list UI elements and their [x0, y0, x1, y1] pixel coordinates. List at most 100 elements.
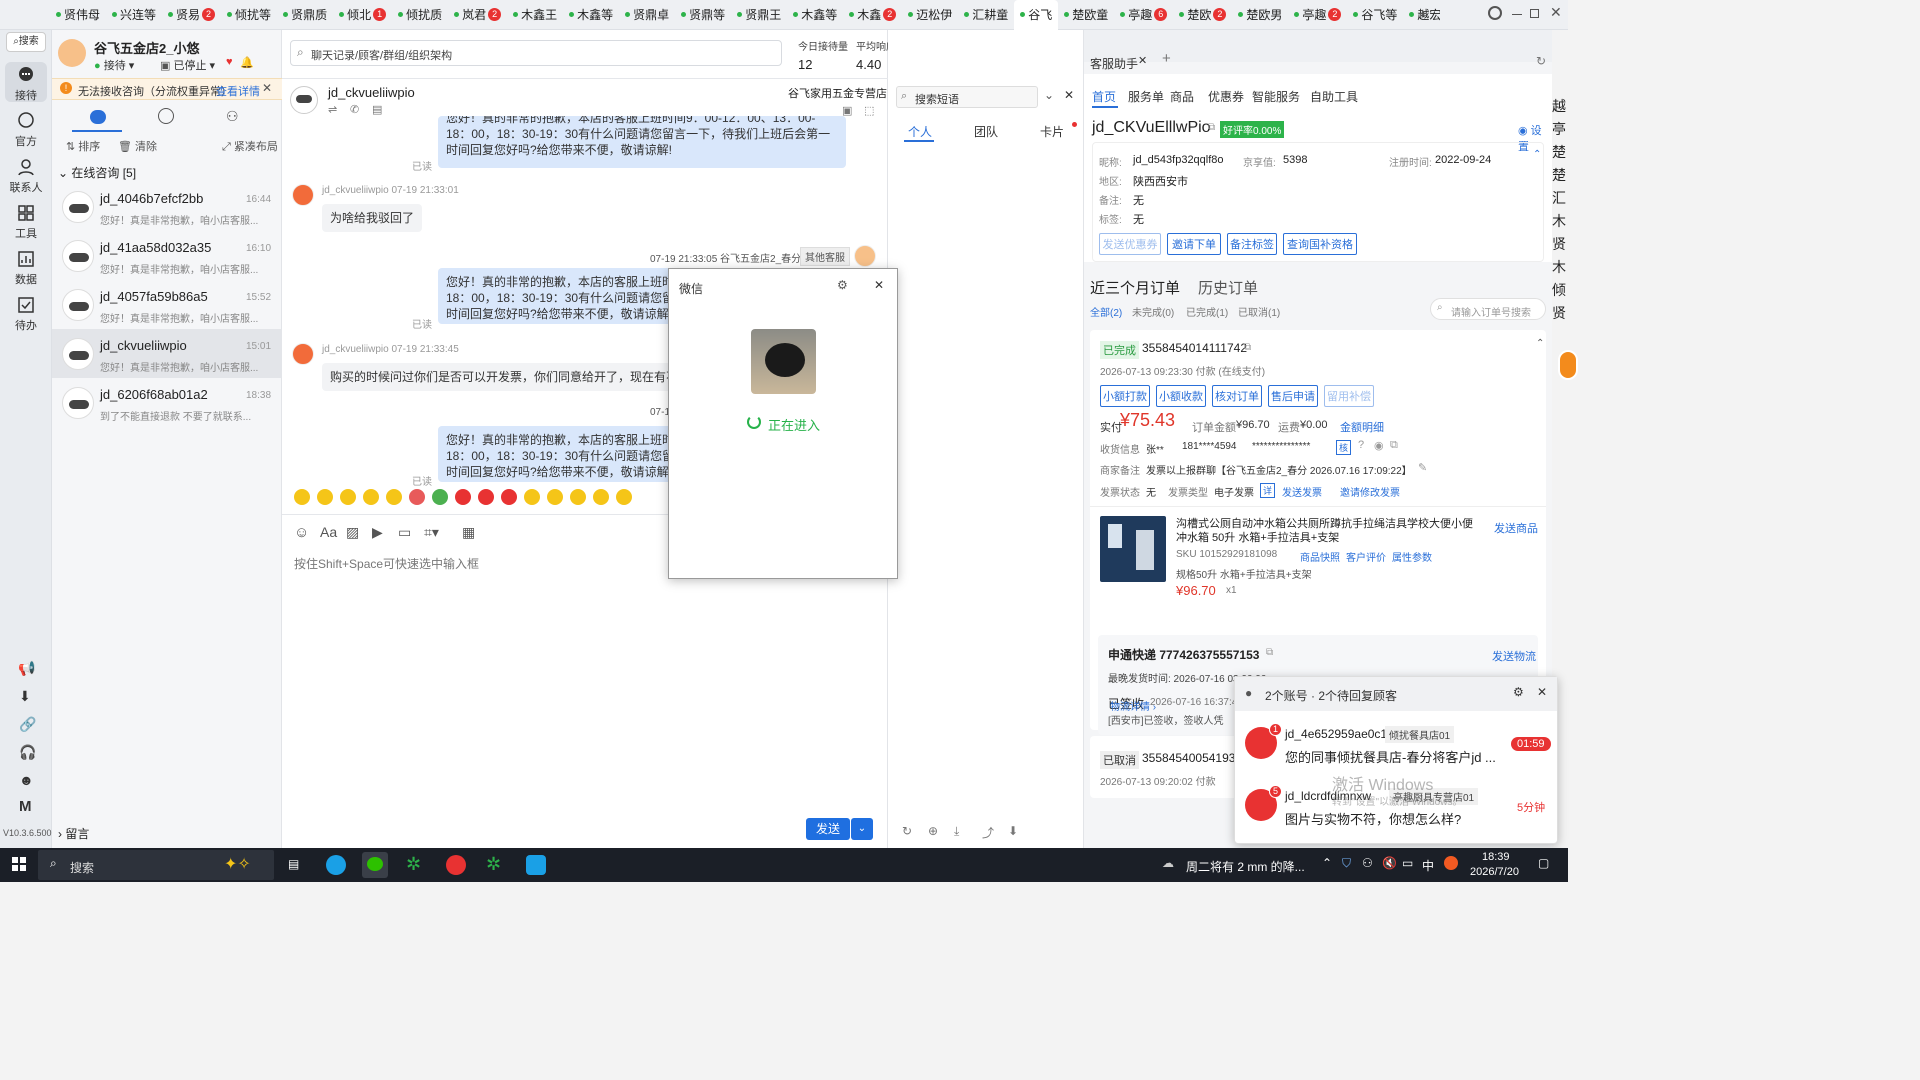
send-product-link[interactable]: 发送商品	[1494, 520, 1538, 536]
order-action-button[interactable]: 售后申请	[1268, 385, 1318, 407]
emoji-icon[interactable]: ☺	[294, 524, 309, 541]
help-icon[interactable]: ?	[1358, 439, 1364, 451]
shop-tab[interactable]: 岚君 2	[448, 0, 507, 30]
shop-tab[interactable]: 楚欧童	[1058, 0, 1114, 30]
download-icon[interactable]: ⬇	[19, 688, 31, 705]
tab-personal[interactable]: 个人	[908, 123, 932, 140]
folder-icon[interactable]: ▭	[398, 524, 411, 541]
copy-icon[interactable]: ⧉	[1208, 122, 1215, 133]
link-icon[interactable]: 🔗	[19, 716, 36, 733]
product-title[interactable]: 沟槽式公厕自动冲水箱公共厕所蹲抗手拉绳洁具学校大便小便冲水箱 50升 水箱+手拉…	[1176, 517, 1478, 545]
add-icon[interactable]: ⊕	[928, 824, 938, 838]
emoji-icon[interactable]	[432, 489, 448, 505]
order-search[interactable]: ⌕ 请输入订单号搜索	[1430, 298, 1546, 320]
gear-icon[interactable]: ⚙	[837, 278, 848, 292]
bookmark-icon[interactable]: ▣	[842, 104, 852, 117]
nav-item-data[interactable]: 数据	[0, 250, 52, 287]
sogou-icon[interactable]	[1444, 856, 1458, 870]
minimize-icon[interactable]	[1512, 14, 1522, 15]
chat-tab-icon[interactable]	[90, 110, 106, 124]
shop-tab[interactable]: 汇耕童	[958, 0, 1014, 30]
shop-tab[interactable]: 迈松伊	[902, 0, 958, 30]
wechat-app-icon[interactable]	[362, 852, 388, 878]
floating-orange-button[interactable]	[1558, 350, 1578, 380]
assistant-tab-close-icon[interactable]: ✕	[1138, 54, 1147, 67]
sort-button[interactable]: ⇅ 排序	[66, 138, 100, 154]
customer-action-button[interactable]: 备注标签	[1227, 233, 1277, 255]
shop-tab[interactable]: 贤鼎等	[675, 0, 731, 30]
taskbar-search[interactable]: ⌕ 搜索 ✦✧	[38, 850, 274, 880]
shop-tab[interactable]: 倾扰等	[221, 0, 277, 30]
send-button[interactable]: 发送	[806, 818, 850, 840]
nav-item-tools[interactable]: 工具	[0, 204, 52, 241]
edge-tab[interactable]: 木	[1552, 257, 1568, 280]
emoji-icon[interactable]	[386, 489, 402, 505]
customer-action-button[interactable]: 查询国补资格	[1283, 233, 1357, 255]
shop-tab[interactable]: 贤鼎卓	[619, 0, 675, 30]
emoji-icon[interactable]	[294, 489, 310, 505]
session-item[interactable]: jd_4057fa59b86a5 15:52 您好！真是非常抱歉，咱小店客服...	[52, 280, 282, 329]
compact-layout-button[interactable]: ⤢ 紧凑布局	[222, 138, 278, 154]
subtab[interactable]: 首页	[1092, 88, 1116, 105]
edge-tab[interactable]: 贤	[1552, 303, 1568, 326]
subtab[interactable]: 优惠券	[1208, 88, 1244, 105]
shop-tab[interactable]: 楚欧男	[1232, 0, 1288, 30]
eye-icon[interactable]: ◉	[1374, 439, 1384, 452]
subtab[interactable]: 自助工具	[1310, 88, 1358, 105]
emoji-icon[interactable]	[616, 489, 632, 505]
edge-tab[interactable]: 楚	[1552, 142, 1568, 165]
shop-tab[interactable]: 贤易 2	[162, 0, 221, 30]
order-filter[interactable]: 已完成(1)	[1186, 304, 1228, 319]
edge-tab[interactable]: 越	[1552, 96, 1568, 119]
network-icon[interactable]: ⚇	[1362, 856, 1373, 870]
refresh-icon[interactable]: ↻	[902, 824, 912, 838]
m-logo-icon[interactable]: M	[19, 798, 32, 815]
shop-tab[interactable]: 亭趣 2	[1288, 0, 1347, 30]
close-window-icon[interactable]: ✕	[1550, 4, 1562, 21]
emoji-icon[interactable]	[317, 489, 333, 505]
order-action-button[interactable]: 小额收款	[1156, 385, 1206, 407]
edge-tab[interactable]: 汇	[1552, 188, 1568, 211]
copy-icon[interactable]: ⧉	[1390, 439, 1398, 452]
shield-icon[interactable]: ⛉	[1342, 856, 1351, 871]
emoji-icon[interactable]	[524, 489, 540, 505]
notification-icon[interactable]: ▢	[1538, 856, 1549, 870]
jd-app-icon[interactable]: ✲	[406, 854, 421, 875]
add-tab-icon[interactable]: +	[1162, 50, 1171, 67]
session-item[interactable]: jd_6206f68ab01a2 18:38 到了不能直接退款 不要了就联系...	[52, 378, 282, 427]
send-logistics-link[interactable]: 发送物流	[1492, 648, 1536, 664]
popup-message[interactable]: 图片与实物不符，你想怎么样?	[1285, 809, 1505, 828]
online-header[interactable]: ⌄ 在线咨询 [5]	[58, 164, 136, 181]
emoji-icon[interactable]	[501, 489, 517, 505]
settings-icon[interactable]	[1488, 6, 1502, 20]
nav-item-reception[interactable]: 接待	[0, 66, 52, 103]
jd-app2-icon[interactable]: ✲	[486, 854, 501, 875]
order-filter[interactable]: 未完成(0)	[1132, 304, 1174, 319]
edge-icon[interactable]	[326, 855, 346, 875]
refresh-icon[interactable]: ↻	[1536, 54, 1546, 68]
send-invoice-link[interactable]: 发送发票	[1282, 484, 1322, 499]
subtab[interactable]: 服务单	[1128, 88, 1164, 105]
robot-icon[interactable]: ☻	[19, 772, 34, 788]
order-action-button[interactable]: 留用补偿	[1324, 385, 1374, 407]
bell-icon[interactable]: 🔔	[240, 56, 254, 69]
session-item[interactable]: jd_ckvueliiwpio 15:01 您好！真是非常抱歉，咱小店客服...	[52, 329, 282, 378]
font-icon[interactable]: Aa	[320, 524, 337, 540]
collapse-icon[interactable]: ⌃	[1536, 338, 1544, 349]
popup-message[interactable]: 您的同事倾扰餐具店-春分将客户jd ...	[1285, 747, 1505, 766]
ime-indicator[interactable]: 中	[1422, 857, 1434, 874]
copy-icon[interactable]: ⧉	[1244, 342, 1251, 353]
store-avatar[interactable]	[58, 39, 86, 67]
emoji-icon[interactable]	[340, 489, 356, 505]
emoji-icon[interactable]	[455, 489, 471, 505]
export-icon[interactable]: ⤴	[982, 824, 994, 841]
share-icon[interactable]: ⬚	[864, 104, 874, 117]
copy-icon[interactable]: ⧉	[1266, 647, 1273, 658]
tray-up-icon[interactable]: ⌃	[1322, 856, 1332, 870]
subtab[interactable]: 商品	[1170, 88, 1194, 105]
display-icon[interactable]: ▭	[1402, 856, 1413, 870]
quick-close-icon[interactable]: ✕	[1064, 88, 1074, 102]
transfer-icon[interactable]: ⇌	[328, 103, 337, 116]
task-view-icon[interactable]: ▤	[288, 857, 299, 871]
chat-app-icon[interactable]	[526, 855, 546, 875]
